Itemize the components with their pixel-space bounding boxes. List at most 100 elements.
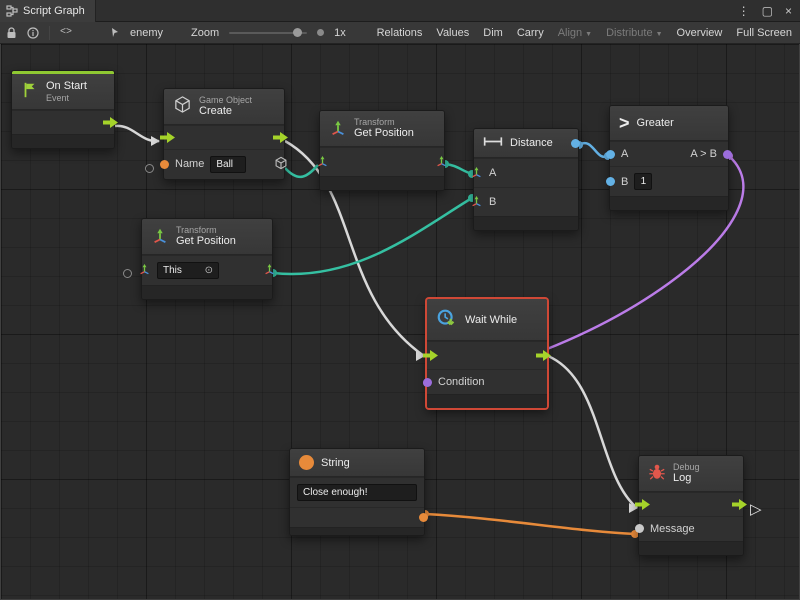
window-maximize-icon[interactable]: ▢ [762, 4, 773, 18]
game-object-output-port[interactable] [274, 156, 288, 173]
node-get-position-left[interactable]: Transform Get Position This ⊙ [141, 218, 273, 300]
dropdown-arrow-icon: ▼ [585, 31, 592, 38]
graph-pointer-icon [110, 27, 120, 38]
condition-input-port[interactable] [423, 378, 432, 387]
align-button[interactable]: Align▼ [558, 27, 592, 39]
output-label: A > B [690, 148, 717, 160]
play-icon: ▷ [750, 500, 762, 518]
graph-target[interactable]: enemy [110, 27, 163, 39]
tab-script-graph[interactable]: Script Graph [0, 0, 96, 22]
port-label: A [621, 148, 628, 160]
values-button[interactable]: Values [436, 27, 469, 39]
relations-button[interactable]: Relations [377, 27, 423, 39]
lock-icon[interactable] [6, 27, 17, 39]
overview-button[interactable]: Overview [677, 27, 723, 39]
distribute-button[interactable]: Distribute▼ [606, 27, 662, 39]
node-footer [474, 216, 578, 230]
toolbar-separator [49, 26, 50, 40]
node-footer [639, 541, 743, 555]
greater-icon: > [619, 114, 630, 132]
distance-output-port[interactable] [571, 139, 580, 148]
carry-toggle[interactable] [145, 164, 154, 173]
port-label: Name [175, 158, 204, 170]
node-title: Get Position [354, 127, 414, 140]
zoom-slider[interactable] [229, 32, 307, 34]
node-title: Wait While [465, 314, 517, 326]
port-label: Condition [438, 376, 484, 388]
flow-output-port[interactable] [103, 117, 118, 128]
carry-toggle[interactable] [123, 269, 132, 278]
zoom-level: 1x [334, 27, 346, 39]
wire-arrowhead [151, 136, 160, 146]
position-output-port[interactable] [263, 262, 276, 278]
vector-input-port-a[interactable] [470, 165, 483, 181]
window-close-icon[interactable]: × [785, 4, 792, 18]
node-title: Greater [637, 117, 674, 129]
transform-input-port[interactable] [138, 262, 151, 278]
node-title: String [321, 457, 350, 469]
transform-axes-icon [151, 226, 169, 247]
fullscreen-button[interactable]: Full Screen [736, 27, 792, 39]
port-label: A [489, 167, 496, 179]
wire-waitwhile-to-log [548, 356, 637, 508]
node-category: Transform [354, 117, 414, 127]
target-picker-icon[interactable]: ⊙ [205, 264, 213, 277]
node-footer [290, 527, 424, 535]
wire-getposition-to-distance-b [273, 198, 472, 274]
dim-button[interactable]: Dim [483, 27, 503, 39]
node-wait-while[interactable]: Wait While Condition [426, 298, 548, 409]
wire-distance-to-greater [579, 143, 608, 157]
code-icon[interactable]: <> [60, 27, 72, 38]
vector-input-port-b[interactable] [470, 194, 483, 210]
tab-title: Script Graph [23, 5, 85, 17]
string-value-field[interactable]: Close enough! [297, 484, 417, 501]
string-output-port[interactable] [419, 513, 428, 522]
window-menu-icon[interactable]: ⋮ [738, 4, 750, 18]
flow-input-port[interactable] [160, 132, 175, 143]
node-get-position-top[interactable]: Transform Get Position [319, 110, 445, 191]
position-output-port[interactable] [435, 154, 448, 170]
port-label: Message [650, 523, 695, 535]
node-string[interactable]: String Close enough! [289, 448, 425, 536]
flow-output-port[interactable] [536, 350, 551, 361]
node-footer [142, 285, 272, 299]
wire-onstart-to-create [115, 126, 159, 141]
name-input-port[interactable] [160, 160, 169, 169]
node-footer [610, 196, 728, 210]
this-value-field[interactable]: This ⊙ [157, 262, 219, 279]
flow-output-port[interactable] [732, 499, 747, 510]
script-graph-icon [6, 5, 18, 17]
carry-button[interactable]: Carry [517, 27, 544, 39]
node-debug-log[interactable]: Debug Log Message [638, 455, 744, 556]
node-on-start-event[interactable]: On Start Event [11, 70, 115, 149]
flow-input-port[interactable] [423, 350, 438, 361]
string-icon [299, 455, 314, 470]
message-input-port[interactable] [635, 524, 644, 533]
node-title: Create [199, 105, 252, 118]
input-port-a[interactable] [606, 150, 615, 159]
info-icon[interactable] [27, 27, 39, 39]
node-title: On Start [46, 80, 87, 93]
flow-input-port[interactable] [635, 499, 650, 510]
zoom-label: Zoom [191, 27, 219, 39]
graph-canvas[interactable]: On Start Event Game Object Create [0, 44, 800, 600]
graph-target-label: enemy [130, 27, 163, 39]
zoom-slider-handle[interactable] [293, 28, 302, 37]
name-value-field[interactable]: Ball [210, 156, 246, 173]
node-game-object-create[interactable]: Game Object Create Name Ball [163, 88, 285, 180]
node-title: Distance [510, 137, 553, 149]
node-greater[interactable]: > Greater A A > B B 1 [609, 105, 729, 211]
distance-ruler-icon [483, 136, 503, 150]
transform-axes-icon [329, 118, 347, 139]
b-value-field[interactable]: 1 [634, 173, 652, 190]
result-output-port[interactable] [723, 150, 732, 159]
wire-string-to-message [425, 514, 635, 534]
node-footer [427, 394, 547, 408]
cube-icon [173, 95, 192, 117]
transform-input-port[interactable] [316, 154, 329, 170]
node-title: Log [673, 472, 700, 485]
flow-output-port[interactable] [273, 132, 288, 143]
node-distance[interactable]: Distance A B [473, 128, 579, 231]
input-port-b[interactable] [606, 177, 615, 186]
toolbar-left-icons: <> [6, 26, 72, 40]
